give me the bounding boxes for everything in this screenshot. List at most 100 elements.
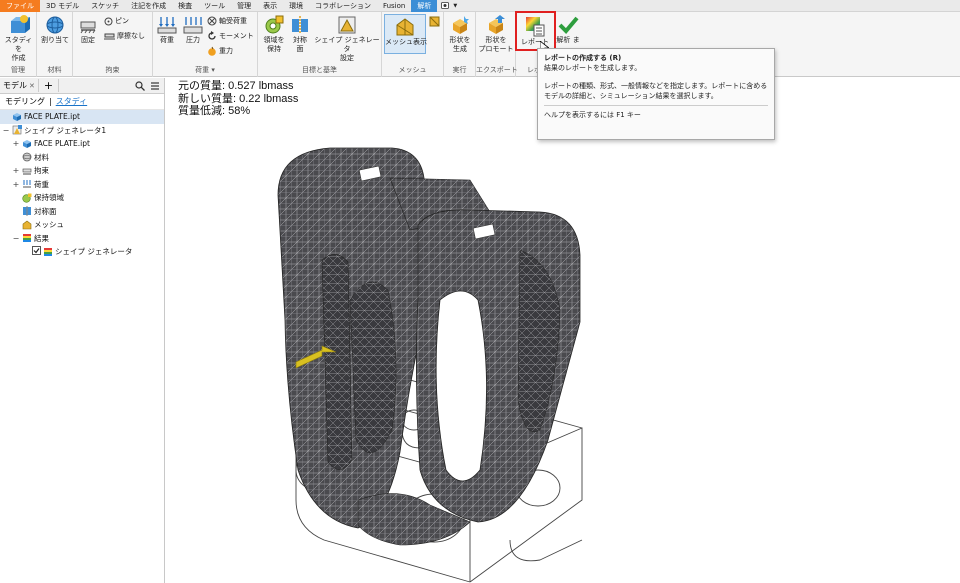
finish-analysis-button[interactable]: 解析 ま [554,15,582,45]
symmetry-plane-icon [292,16,308,34]
shape-generator-settings-icon [338,16,356,34]
moment-button[interactable]: モーメント [207,31,254,41]
tooltip-divider [544,105,768,106]
fixed-constraint-button[interactable]: 固定 [75,15,101,45]
pin-constraint-button[interactable]: ピン [104,16,129,26]
expand-icon[interactable]: + [12,180,20,189]
browser-node[interactable]: + 荷重 [0,178,164,192]
ribbon-group-manage: スタディを 作成 管理 [0,12,37,77]
promote-shape-button[interactable]: 形状を プロモート [477,15,515,54]
pressure-icon [183,17,203,34]
browser-node-label: 拘束 [34,166,49,176]
browser-node-label: 対称面 [34,206,57,216]
symmetry-plane-button[interactable]: 対称 面 [289,15,311,54]
result-icon [22,233,32,243]
promote-shape-icon [489,15,505,34]
browser-node-label: 材料 [34,152,49,162]
menu-icon[interactable] [150,81,160,91]
assign-material-button[interactable]: 割り当て [39,15,71,45]
browser-tree: FACE PLATE.ipt − シェイプ ジェネレータ1 + FACE PLATE.i… [0,110,164,259]
browser-node[interactable]: 対称面 [0,205,164,219]
menu-annotate[interactable]: 注記を作成 [125,0,172,12]
pressure-button[interactable]: 圧力 [181,15,205,45]
frictionless-constraint-button[interactable]: 摩擦なし [104,31,145,41]
create-study-button[interactable]: スタディを 作成 [2,15,35,63]
ribbon-group-material: 割り当て 材料 [37,12,73,77]
browser-node-label: 結果 [34,233,49,243]
load-icon [22,179,32,189]
video-dropdown[interactable]: ▼ [437,0,461,12]
preserve-region-icon [265,15,284,34]
browser-node[interactable]: シェイプ ジェネレータ [0,245,164,259]
graphics-viewport[interactable] [166,78,960,583]
expand-icon[interactable]: + [12,139,20,148]
group-label-constraints: 拘束 [105,66,120,74]
browser-node[interactable]: メッシュ [0,218,164,232]
browser-node-label: 荷重 [34,179,49,189]
tooltip-title: レポートの作成する (R) [544,54,622,62]
moment-icon [208,31,216,40]
menu-fusion[interactable]: Fusion [377,0,411,12]
tooltip-description: レポートの種類、形式、一般情報などを指定します。レポートに含めるモデルの詳細と、… [544,82,768,100]
modeling-link[interactable]: モデリング [5,96,45,107]
browser-node[interactable]: + 拘束 [0,164,164,178]
mode-separator: | [49,97,52,106]
group-label-run: 実行 [452,66,467,74]
visibility-checkbox[interactable] [32,246,41,257]
add-tab-button[interactable]: + [37,79,60,92]
browser-tabs: モデル ✕ + [0,78,164,94]
video-camera-icon [441,2,450,9]
menu-sketch[interactable]: スケッチ [85,0,125,12]
model-browser-panel: モデル ✕ + モデリング | スタディ FACE PLATE.ipt − シェイプ… [0,78,165,583]
shape-generator-settings-button[interactable]: シェイプ ジェネレータ 設定 [313,15,381,63]
menu-collaborate[interactable]: コラボレーション [309,0,377,12]
menu-environment[interactable]: 環境 [283,0,309,12]
mesh-settings-button[interactable] [429,16,440,27]
browser-node-label: メッシュ [34,220,64,230]
browser-mode-switch: モデリング | スタディ [0,94,164,110]
checkmark-icon [558,16,579,34]
menu-view[interactable]: 表示 [257,0,283,12]
menu-manage[interactable]: 管理 [231,0,257,12]
preserve-region-button[interactable]: 領域を 保持 [260,15,288,54]
study-link[interactable]: スタディ [56,96,87,107]
browser-node[interactable]: 保持領域 [0,191,164,205]
browser-node[interactable]: − 結果 [0,232,164,246]
collapse-icon[interactable]: − [2,126,10,135]
shapegen-icon [12,125,22,135]
ribbon-group-loads: 荷重 圧力 軸受荷重 モーメント 重力 荷重 ▾ [153,12,258,77]
browser-node[interactable]: + FACE PLATE.ipt [0,137,164,151]
menu-inspect[interactable]: 検査 [172,0,198,12]
gravity-button[interactable]: 重力 [207,46,233,56]
tab-model[interactable]: モデル ✕ [0,80,38,91]
browser-node-label: 保持領域 [34,193,64,203]
close-icon[interactable]: ✕ [29,82,35,90]
load-arrows-icon [157,17,177,34]
menu-file[interactable]: ファイル [0,0,40,12]
symmetry-icon [22,206,32,217]
ribbon-group-constraints: 固定 ピン 摩擦なし 拘束 [73,12,153,77]
search-icon[interactable] [135,80,145,91]
mesh-icon [22,220,32,230]
bearing-load-button[interactable]: 軸受荷重 [207,16,247,26]
tooltip-help: ヘルプを表示するには F1 キー [544,111,641,119]
pin-icon [104,17,113,25]
mass-statistics: 元の質量: 0.527 lbmass 新しい質量: 0.22 lbmass 質量… [178,80,298,118]
browser-node[interactable]: 材料 [0,151,164,165]
group-label-material: 材料 [47,66,62,74]
collapse-icon[interactable]: − [12,234,20,243]
group-label-loads[interactable]: 荷重 ▾ [153,65,257,75]
new-mass-text: 新しい質量: 0.22 lbmass [178,92,299,105]
expand-icon[interactable]: + [12,166,20,175]
load-button[interactable]: 荷重 [155,15,179,45]
part-icon [12,112,22,122]
group-label-manage: 管理 [11,66,25,74]
browser-node[interactable]: FACE PLATE.ipt [0,110,164,124]
menu-tools[interactable]: ツール [198,0,231,12]
menu-3d-model[interactable]: 3D モデル [40,0,85,12]
generate-shape-button[interactable]: 形状を 生成 [445,15,475,54]
browser-node[interactable]: − シェイプ ジェネレータ1 [0,124,164,138]
menu-analysis[interactable]: 解析 [411,0,438,12]
gravity-apple-icon [208,46,216,56]
mesh-view-button[interactable]: メッシュ表示 [384,14,427,54]
